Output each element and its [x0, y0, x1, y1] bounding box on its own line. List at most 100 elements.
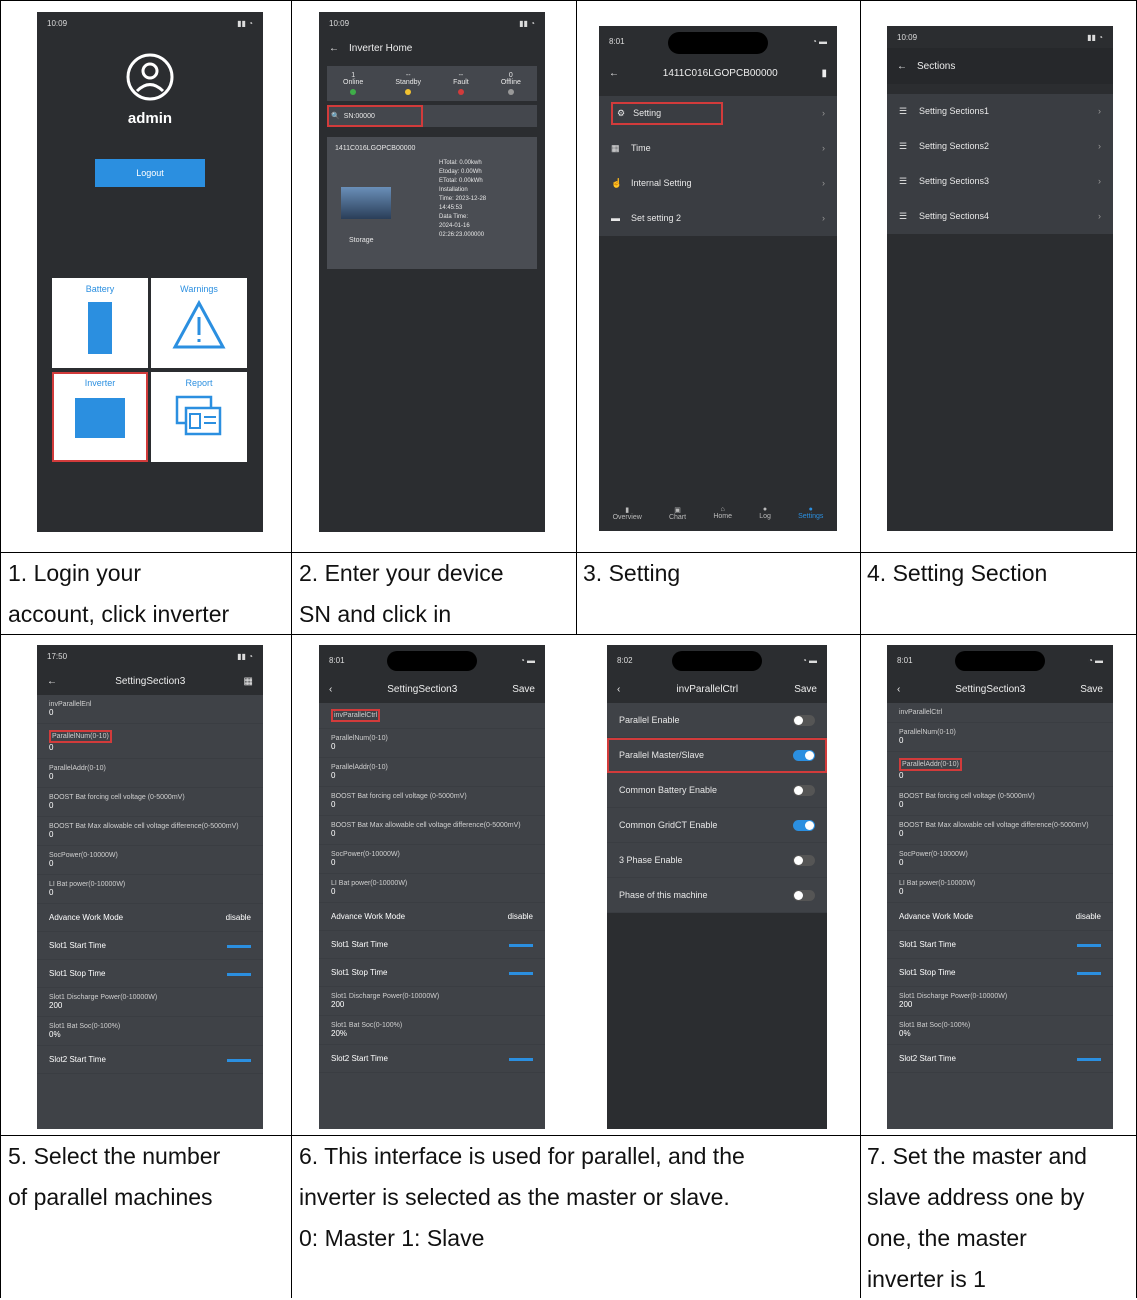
table-border-left: [0, 0, 1, 1298]
tile-inverter[interactable]: Inverter: [52, 372, 148, 462]
tab-chart[interactable]: ▣ Chart: [669, 506, 686, 521]
setting-field[interactable]: Slot1 Stop Time: [887, 959, 1113, 987]
setting-field[interactable]: LI Bat power(0-10000W) 0: [37, 875, 263, 904]
setting-field[interactable]: Slot1 Discharge Power(0-10000W) 200: [887, 987, 1113, 1016]
setting-field[interactable]: BOOST Bat forcing cell voltage (0-5000mV…: [887, 787, 1113, 816]
setting-field[interactable]: invParallelCtrl: [887, 703, 1113, 723]
back-icon[interactable]: ‹: [617, 684, 620, 695]
toggle-row[interactable]: Parallel Master/Slave: [607, 738, 827, 773]
setting-field[interactable]: LI Bat power(0-10000W) 0: [887, 874, 1113, 903]
tab-settings[interactable]: ● Settings: [798, 506, 823, 521]
setting-field[interactable]: LI Bat power(0-10000W) 0: [319, 874, 545, 903]
list-icon: ☰: [899, 175, 908, 186]
setting-field[interactable]: ParallelAddr(0-10) 0: [319, 758, 545, 787]
setting-field[interactable]: Advance Work Mode disable: [319, 903, 545, 931]
toggle-row[interactable]: Common GridCT Enable: [607, 808, 827, 843]
toggle-row[interactable]: Common Battery Enable: [607, 773, 827, 808]
back-icon[interactable]: ←: [47, 676, 57, 687]
save-button[interactable]: Save: [794, 684, 817, 695]
setting-field[interactable]: Slot1 Bat Soc(0-100%) 0%: [887, 1016, 1113, 1045]
setting-field[interactable]: SocPower(0-10000W) 0: [37, 846, 263, 875]
field-label: Slot1 Bat Soc(0-100%): [899, 1022, 971, 1029]
field-label: ParallelNum(0-10): [49, 730, 112, 743]
caption-step-5: 5. Select the number of parallel machine…: [8, 1143, 221, 1210]
setting-field[interactable]: Slot2 Start Time: [887, 1045, 1113, 1073]
setting-field[interactable]: ParallelNum(0-10) 0: [319, 729, 545, 758]
setting-field[interactable]: ParallelAddr(0-10) 0: [37, 759, 263, 788]
setting-field[interactable]: ParallelNum(0-10) 0: [887, 723, 1113, 752]
setting-field[interactable]: Slot1 Start Time: [319, 931, 545, 959]
overview-icon: ▮: [625, 507, 630, 514]
tile-battery[interactable]: Battery: [52, 278, 148, 368]
setting-field[interactable]: Advance Work Mode disable: [887, 903, 1113, 931]
setting-field[interactable]: invParallelCtrl: [319, 703, 545, 729]
section-item-4[interactable]: ☰ Setting Sections4 ›: [887, 199, 1113, 234]
back-icon[interactable]: ←: [329, 43, 339, 54]
status-time: 8:02: [617, 655, 633, 665]
setting-field[interactable]: BOOST Bat forcing cell voltage (0-5000mV…: [319, 787, 545, 816]
save-icon[interactable]: ▦: [244, 676, 253, 687]
setting-field[interactable]: Slot1 Bat Soc(0-100%) 20%: [319, 1016, 545, 1045]
toggle-row[interactable]: 3 Phase Enable: [607, 843, 827, 878]
toggle-switch[interactable]: [793, 854, 815, 866]
tab-log[interactable]: ● Log: [759, 506, 771, 521]
menu-item-setting[interactable]: ⚙ Setting ›: [599, 96, 837, 131]
search-input[interactable]: 🔍 SN:00000: [327, 105, 423, 127]
setting-field[interactable]: SocPower(0-10000W) 0: [887, 845, 1113, 874]
field-label: SocPower(0-10000W): [49, 852, 118, 859]
count-standby[interactable]: -- Standby: [395, 72, 421, 95]
tab-home[interactable]: ⌂ Home: [713, 506, 732, 521]
tab-overview[interactable]: ▮ Overview: [613, 506, 642, 521]
toggle-row[interactable]: Parallel Enable: [607, 703, 827, 738]
menu-item-set-setting-2[interactable]: ▬ Set setting 2 ›: [599, 201, 837, 236]
save-button[interactable]: Save: [512, 684, 535, 695]
toggle-switch[interactable]: [793, 784, 815, 796]
setting-field[interactable]: SocPower(0-10000W) 0: [319, 845, 545, 874]
toggle-switch[interactable]: [793, 714, 815, 726]
tile-warnings[interactable]: Warnings: [151, 278, 247, 368]
setting-field[interactable]: Slot1 Stop Time: [319, 959, 545, 987]
device-details: HTotal: 0.00kwh Etoday: 0.00Wh ETotal: 0…: [439, 160, 487, 238]
setting-field[interactable]: Advance Work Mode disable: [37, 904, 263, 932]
toggle-switch[interactable]: [793, 889, 815, 901]
section-item-2[interactable]: ☰ Setting Sections2 ›: [887, 129, 1113, 164]
section-item-1[interactable]: ☰ Setting Sections1 ›: [887, 94, 1113, 129]
toggle-switch[interactable]: [793, 819, 815, 831]
field-value: 0: [49, 859, 54, 868]
screenshot-setting-section-5: 17:50 ▮▮ ◔ ← SettingSection3 ▦ invParallelE…: [37, 645, 263, 1129]
back-icon[interactable]: ‹: [897, 684, 900, 695]
setting-field[interactable]: Slot1 Stop Time: [37, 960, 263, 988]
count-offline[interactable]: 0 Offline: [501, 72, 521, 95]
setting-field[interactable]: Slot1 Start Time: [37, 932, 263, 960]
setting-field[interactable]: BOOST Bat forcing cell voltage (0-5000mV…: [37, 788, 263, 817]
setting-field[interactable]: ParallelAddr(0-10) 0: [887, 752, 1113, 787]
count-fault[interactable]: -- Fault: [453, 72, 469, 95]
device-card[interactable]: 1411C016LGOPCB00000 Storage HTotal: 0.00…: [327, 137, 537, 269]
logout-button[interactable]: Logout: [95, 159, 205, 187]
count-online[interactable]: 1 Online: [343, 72, 363, 95]
toggle-row[interactable]: Phase of this machine: [607, 878, 827, 913]
setting-field[interactable]: Slot1 Start Time: [887, 931, 1113, 959]
menu-item-time[interactable]: ▦ Time ›: [599, 131, 837, 166]
setting-field[interactable]: Slot1 Bat Soc(0-100%) 0%: [37, 1017, 263, 1046]
back-icon[interactable]: ‹: [329, 684, 332, 695]
setting-field[interactable]: BOOST Bat Max allowable cell voltage dif…: [37, 817, 263, 846]
device-image: [341, 187, 391, 219]
tile-report[interactable]: Report: [151, 372, 247, 462]
back-icon[interactable]: ←: [897, 61, 907, 72]
setting-field[interactable]: BOOST Bat Max allowable cell voltage dif…: [319, 816, 545, 845]
setting-field[interactable]: Slot1 Discharge Power(0-10000W) 200: [319, 987, 545, 1016]
toggle-switch[interactable]: [793, 749, 815, 761]
setting-field[interactable]: Slot2 Start Time: [319, 1045, 545, 1073]
menu-item-internal-setting[interactable]: ☝ Internal Setting ›: [599, 166, 837, 201]
setting-field[interactable]: BOOST Bat Max allowable cell voltage dif…: [887, 816, 1113, 845]
save-button[interactable]: Save: [1080, 684, 1103, 695]
setting-field[interactable]: invParallelEnl 0: [37, 695, 263, 724]
back-icon[interactable]: ←: [609, 68, 619, 79]
setting-field[interactable]: Slot2 Start Time: [37, 1046, 263, 1074]
field-value: 200: [331, 1000, 345, 1009]
setting-field[interactable]: Slot1 Discharge Power(0-10000W) 200: [37, 988, 263, 1017]
section-item-3[interactable]: ☰ Setting Sections3 ›: [887, 164, 1113, 199]
setting-field[interactable]: ParallelNum(0-10) 0: [37, 724, 263, 759]
more-icon[interactable]: ▮: [821, 68, 827, 79]
